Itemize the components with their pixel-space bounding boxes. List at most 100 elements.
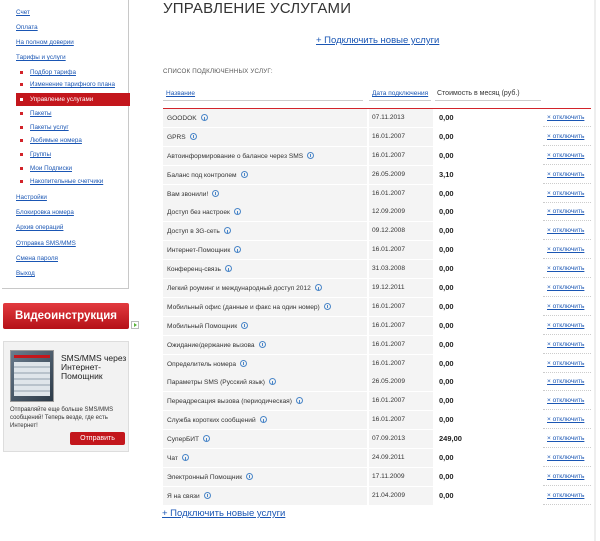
info-icon[interactable]	[189, 132, 197, 140]
service-name: Ожидание/держание вызова	[167, 341, 255, 349]
disconnect-link[interactable]: × отключить	[547, 284, 584, 291]
disconnect-link[interactable]: × отключить	[547, 303, 584, 310]
info-icon[interactable]	[224, 265, 232, 273]
info-icon[interactable]	[200, 114, 208, 121]
info-icon[interactable]	[314, 284, 322, 292]
service-name: Служба коротких сообщений	[167, 417, 256, 425]
service-name-cell: Электронный Помощник	[163, 467, 367, 486]
disconnect-link[interactable]: × отключить	[547, 190, 584, 197]
sidebar-item[interactable]: Подбор тарифа	[30, 69, 76, 76]
service-action-cell: × отключить	[543, 222, 591, 241]
service-date-cell: 16.01.2007	[369, 127, 433, 146]
sms-promo-banner[interactable]: SMS/MMS через Интернет-Помощник Отправля…	[3, 341, 129, 452]
sidebar-item[interactable]: Группы	[30, 151, 51, 158]
disconnect-link[interactable]: × отключить	[547, 435, 584, 442]
service-action-cell: × отключить	[543, 392, 591, 411]
service-name: Интернет-Помощник	[167, 247, 231, 255]
info-icon[interactable]	[223, 227, 231, 235]
bullet-icon	[20, 71, 23, 74]
service-date: 26.05.2009	[372, 378, 406, 386]
send-button[interactable]: Отправить	[70, 432, 125, 445]
disconnect-link[interactable]: × отключить	[547, 341, 584, 348]
page-title: УПРАВЛЕНИЕ УСЛУГАМИ	[163, 0, 352, 17]
bullet-icon	[20, 126, 23, 129]
disconnect-link[interactable]: × отключить	[547, 454, 584, 461]
info-icon[interactable]	[259, 416, 267, 424]
info-icon[interactable]	[234, 246, 242, 254]
sidebar-item[interactable]: Мои Подписки	[30, 165, 72, 172]
disconnect-link[interactable]: × отключить	[547, 322, 584, 329]
service-name: Переадресация вызова (периодическая)	[167, 398, 292, 406]
table-row: Служба коротких сообщений 16.01.2007 0,00 ×…	[163, 411, 593, 431]
service-name-text: Баланс под контролем	[167, 170, 248, 179]
sidebar-item[interactable]: Пакеты услуг	[30, 124, 69, 131]
sidebar-item[interactable]: Любимые номера	[30, 137, 82, 144]
info-icon[interactable]	[240, 359, 248, 367]
info-icon[interactable]	[203, 491, 211, 499]
disconnect-link[interactable]: × отключить	[547, 416, 584, 423]
play-icon[interactable]	[131, 321, 139, 329]
info-icon[interactable]	[203, 435, 211, 443]
sidebar-item[interactable]: Отправка SMS/MMS	[16, 240, 76, 247]
service-price: 0,00	[439, 453, 454, 463]
info-icon[interactable]	[258, 340, 266, 348]
disconnect-link[interactable]: × отключить	[547, 492, 584, 499]
sidebar-item[interactable]: Смена пароля	[16, 255, 58, 262]
disconnect-link[interactable]: × отключить	[547, 171, 584, 178]
service-date-cell: 16.01.2007	[369, 411, 433, 430]
service-date-cell: 24.09.2011	[369, 449, 433, 468]
promo-title: SMS/MMS через Интернет-Помощник	[61, 353, 127, 381]
sidebar-item[interactable]: Выход	[16, 270, 35, 277]
column-header-date[interactable]: Дата подключения	[372, 90, 428, 97]
sidebar-item[interactable]: Тарифы и услуги	[16, 54, 66, 61]
service-date: 16.01.2007	[372, 302, 406, 310]
sidebar-item[interactable]: Накопительные счетчики	[30, 178, 103, 185]
info-icon[interactable]	[212, 189, 220, 197]
info-icon[interactable]	[295, 397, 303, 405]
info-icon[interactable]	[323, 302, 331, 310]
service-price: 0,00	[439, 358, 454, 368]
sidebar-item[interactable]: Пакеты	[30, 110, 52, 117]
service-date: 16.01.2007	[372, 132, 406, 140]
sidebar: Счет Оплата На полном доверии Тарифы и услу…	[0, 0, 131, 541]
info-icon[interactable]	[241, 321, 249, 329]
disconnect-link[interactable]: × отключить	[547, 114, 584, 121]
info-icon[interactable]	[181, 454, 189, 462]
sidebar-item-active[interactable]: Управление услугами	[16, 93, 130, 106]
disconnect-link[interactable]: × отключить	[547, 246, 584, 253]
info-icon[interactable]	[233, 208, 241, 216]
disconnect-link[interactable]: × отключить	[547, 227, 584, 234]
add-services-link-top[interactable]: + Подключить новые услуги	[316, 35, 439, 46]
table-row: Автоинформирование о балансе через SMS 16…	[163, 146, 593, 166]
disconnect-link[interactable]: × отключить	[547, 208, 584, 215]
service-price: 249,00	[439, 434, 462, 444]
disconnect-link[interactable]: × отключить	[547, 397, 584, 404]
disconnect-link[interactable]: × отключить	[547, 133, 584, 140]
sidebar-item[interactable]: Настройки	[16, 194, 47, 201]
sidebar-item[interactable]: Изменение тарифного плана	[30, 81, 115, 88]
service-name: Параметры SMS (Русский язык)	[167, 379, 266, 387]
disconnect-link[interactable]: × отключить	[547, 152, 584, 159]
video-instruction-button[interactable]: Видеоинструкция	[3, 303, 129, 329]
service-date: 16.01.2007	[372, 340, 406, 348]
disconnect-link[interactable]: × отключить	[547, 378, 584, 385]
service-name: Определитель номера	[167, 360, 237, 368]
info-icon[interactable]	[246, 472, 254, 480]
sidebar-item[interactable]: Счет	[16, 9, 30, 16]
add-services-link-bottom[interactable]: + Подключить новые услуги	[162, 508, 285, 519]
sidebar-item[interactable]: Оплата	[16, 24, 38, 31]
bullet-icon	[20, 167, 23, 170]
info-icon[interactable]	[240, 170, 248, 178]
sidebar-item[interactable]: Блокировка номера	[16, 209, 74, 216]
info-icon[interactable]	[307, 151, 315, 159]
disconnect-link[interactable]: × отключить	[547, 265, 584, 272]
sidebar-item[interactable]: На полном доверии	[16, 39, 74, 46]
service-name-cell: Автоинформирование о балансе через SMS	[163, 146, 367, 165]
disconnect-link[interactable]: × отключить	[547, 360, 584, 367]
column-header-name[interactable]: Название	[166, 90, 195, 97]
sidebar-item[interactable]: Архив операций	[16, 224, 63, 231]
service-action-cell: × отключить	[543, 449, 591, 468]
disconnect-link[interactable]: × отключить	[547, 473, 584, 480]
service-action-cell: × отключить	[543, 411, 591, 430]
info-icon[interactable]	[269, 378, 277, 386]
